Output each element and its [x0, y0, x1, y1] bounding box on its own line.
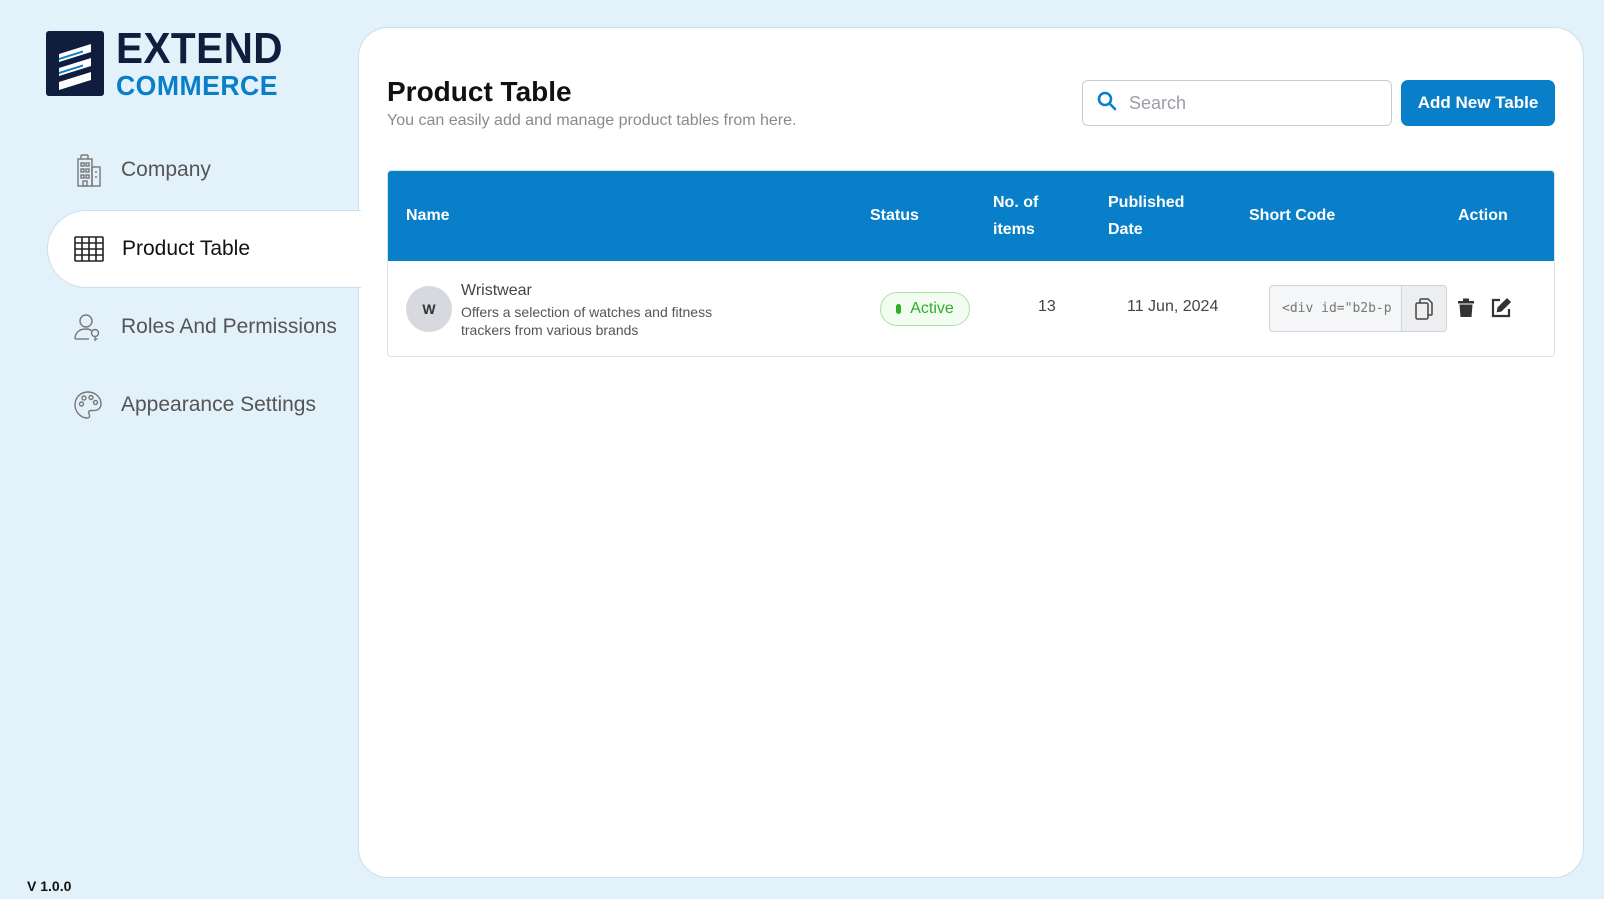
column-header-status: Status	[870, 207, 919, 224]
copy-icon	[1415, 297, 1433, 320]
row-published-date: 11 Jun, 2024	[1127, 298, 1219, 315]
search-icon	[1097, 91, 1117, 116]
sidebar-item-appearance-settings[interactable]: Appearance Settings	[47, 366, 359, 444]
add-new-table-button[interactable]: Add New Table	[1401, 80, 1555, 126]
column-header-items: No. of items	[993, 189, 1038, 243]
delete-button[interactable]	[1455, 297, 1477, 319]
table-row: W Wristwear Offers a selection of watche…	[388, 261, 1554, 356]
status-label: Active	[910, 300, 954, 317]
edit-icon	[1491, 297, 1512, 318]
column-header-items-line2: items	[993, 221, 1035, 238]
table-header: Name Status No. of items Published Date …	[388, 171, 1554, 261]
page-subtitle: You can easily add and manage product ta…	[387, 112, 797, 129]
sidebar-item-label: Roles And Permissions	[121, 315, 337, 338]
column-header-name: Name	[406, 207, 450, 224]
search-box[interactable]	[1082, 80, 1392, 126]
status-dot-icon	[896, 304, 902, 314]
building-icon	[73, 154, 103, 187]
page-title: Product Table	[387, 76, 572, 107]
copy-button[interactable]	[1401, 286, 1446, 331]
status-badge: Active	[880, 292, 970, 326]
column-header-published-date: Published Date	[1108, 189, 1184, 243]
brand-name-line2: COMMERCE	[116, 70, 278, 101]
sidebar-nav: Company Product Table Roles And Permissi…	[47, 130, 361, 444]
sidebar-item-company[interactable]: Company	[47, 130, 359, 210]
table-icon	[74, 233, 104, 265]
short-code-field[interactable]: <div id="b2b-p	[1269, 285, 1447, 332]
row-description: Offers a selection of watches and fitnes…	[461, 304, 713, 338]
sidebar-item-product-table[interactable]: Product Table	[47, 210, 361, 288]
short-code-text[interactable]: <div id="b2b-p	[1270, 301, 1401, 316]
column-header-items-line1: No. of	[993, 194, 1039, 211]
app-version: V 1.0.0	[27, 878, 72, 894]
column-header-date-line1: Published	[1108, 194, 1185, 211]
logo-mark-icon	[46, 31, 104, 96]
column-header-short-code: Short Code	[1249, 207, 1336, 224]
sidebar-item-label: Product Table	[122, 237, 251, 260]
sidebar-item-label: Appearance Settings	[121, 393, 316, 416]
brand-name-line1: EXTEND	[116, 24, 283, 73]
column-header-action: Action	[1458, 207, 1508, 224]
main-panel: Product Table You can easily add and man…	[358, 27, 1584, 878]
row-item-count: 13	[1038, 298, 1056, 315]
user-key-icon	[73, 311, 103, 343]
sidebar-item-label: Company	[121, 158, 211, 181]
search-input[interactable]	[1129, 92, 1369, 114]
palette-icon	[73, 389, 103, 421]
trash-icon	[1458, 298, 1474, 317]
edit-button[interactable]	[1490, 297, 1512, 319]
avatar: W	[406, 286, 452, 332]
brand-logo: EXTEND COMMERCE	[46, 27, 297, 100]
row-name: Wristwear	[461, 282, 532, 299]
sidebar-item-roles-and-permissions[interactable]: Roles And Permissions	[47, 288, 359, 366]
column-header-date-line2: Date	[1108, 221, 1143, 238]
product-table: Name Status No. of items Published Date …	[387, 170, 1555, 357]
